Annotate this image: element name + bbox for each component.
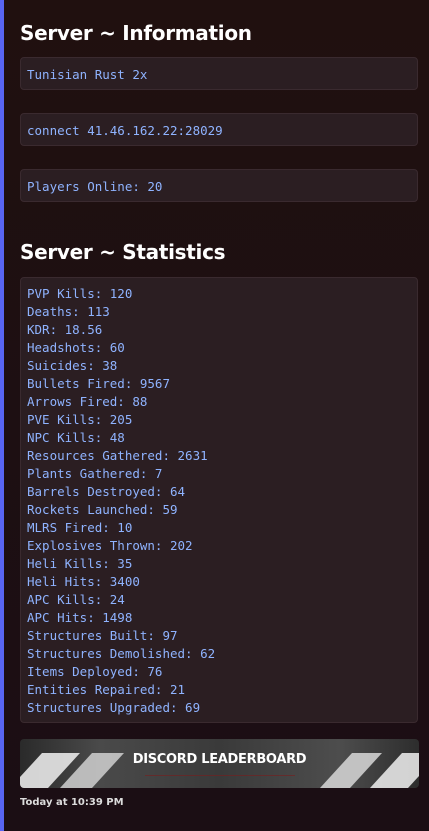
leaderboard-banner-image[interactable]: DISCORD LEADERBOARD xyxy=(20,739,419,788)
stat-line: Plants Gathered: 7 xyxy=(27,466,163,481)
message-timestamp: Today at 10:39 PM xyxy=(20,797,124,808)
stat-line: Structures Upgraded: 69 xyxy=(27,700,201,715)
stat-line: Heli Hits: 3400 xyxy=(27,574,140,589)
stat-line: KDR: 18.56 xyxy=(27,322,103,337)
stat-line: Structures Built: 97 xyxy=(27,628,178,643)
stat-line: Items Deployed: 76 xyxy=(27,664,163,679)
connect-codeblock[interactable]: connect 41.46.162.22:28029 xyxy=(20,113,418,146)
info-section-title: Server ~ Information xyxy=(20,21,252,45)
players-online-codeblock[interactable]: Players Online: 20 xyxy=(20,169,418,202)
stat-line: Resources Gathered: 2631 xyxy=(27,448,208,463)
stat-line: Entities Repaired: 21 xyxy=(27,682,186,697)
stat-line: Headshots: 60 xyxy=(27,340,125,355)
server-name-codeblock[interactable]: Tunisian Rust 2x xyxy=(20,57,418,90)
stat-line: Suicides: 38 xyxy=(27,358,118,373)
banner-title: DISCORD LEADERBOARD xyxy=(132,752,307,767)
stat-line: APC Hits: 1498 xyxy=(27,610,133,625)
stat-line: NPC Kills: 48 xyxy=(27,430,125,445)
stat-line: Arrows Fired: 88 xyxy=(27,394,148,409)
stat-line: Deaths: 113 xyxy=(27,304,110,319)
stat-line: Explosives Thrown: 202 xyxy=(27,538,193,553)
stat-line: Heli Kills: 35 xyxy=(27,556,133,571)
stats-codeblock[interactable]: PVP Kills: 120 Deaths: 113 KDR: 18.56 He… xyxy=(20,277,418,723)
embed-card: Server ~ Information Tunisian Rust 2x co… xyxy=(0,0,429,831)
stat-line: Structures Demolished: 62 xyxy=(27,646,216,661)
stat-line: APC Kills: 24 xyxy=(27,592,125,607)
stat-line: Rockets Launched: 59 xyxy=(27,502,178,517)
stat-line: PVE Kills: 205 xyxy=(27,412,133,427)
stat-line: PVP Kills: 120 xyxy=(27,286,133,301)
stat-line: Bullets Fired: 9567 xyxy=(27,376,170,391)
stat-line: Barrels Destroyed: 64 xyxy=(27,484,186,499)
stats-section-title: Server ~ Statistics xyxy=(20,240,226,264)
stat-line: MLRS Fired: 10 xyxy=(27,520,133,535)
